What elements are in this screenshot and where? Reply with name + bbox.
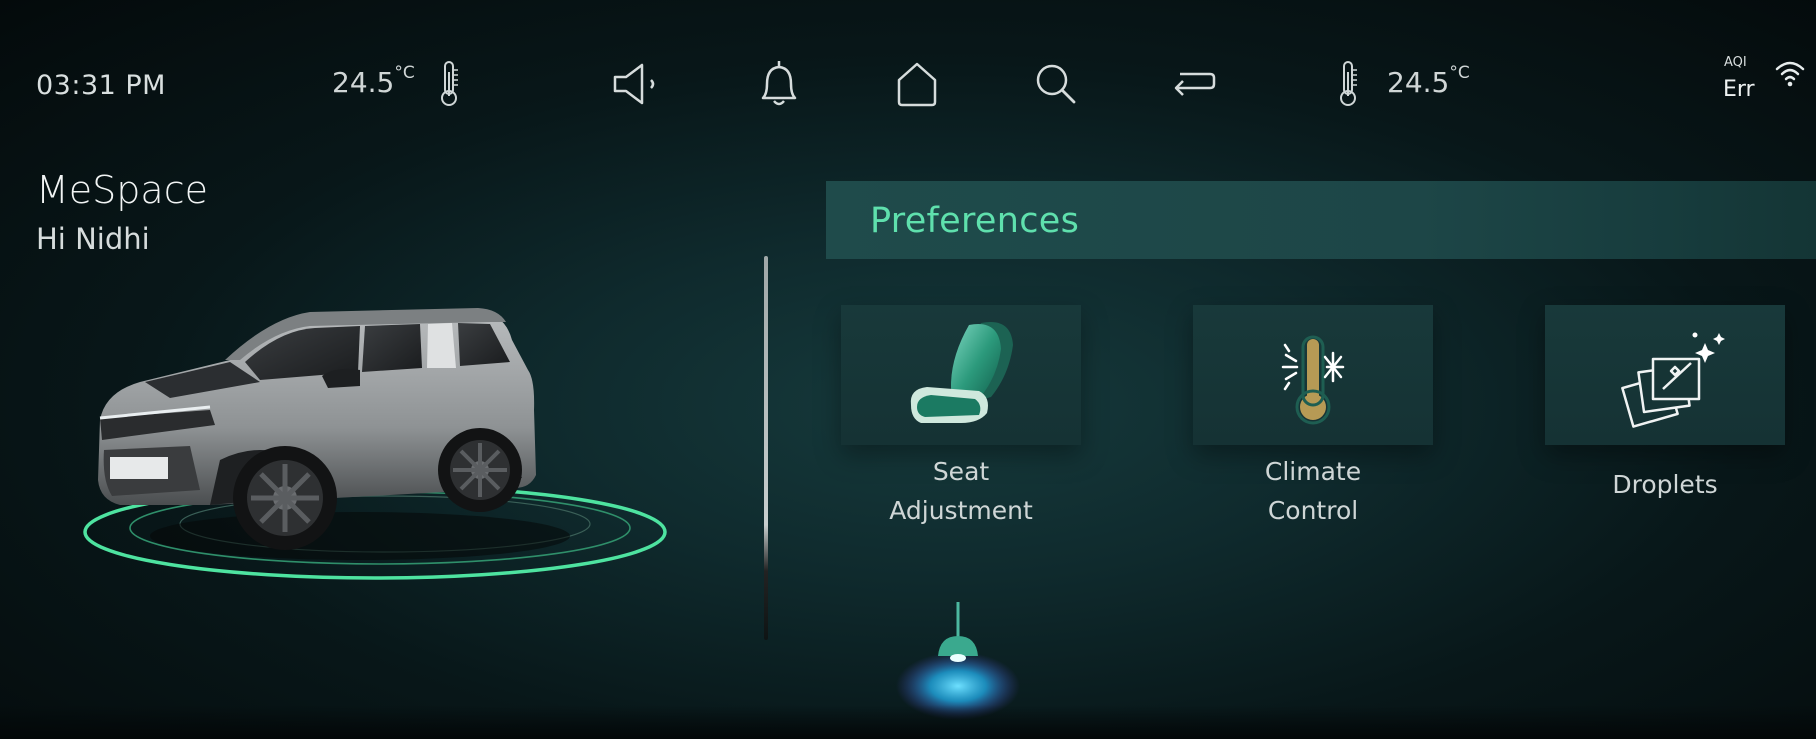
wifi-icon <box>1775 61 1805 87</box>
climate-control-tile[interactable] <box>1193 305 1433 445</box>
seat-icon <box>910 321 1013 423</box>
thermometer-icon <box>441 61 458 106</box>
climate-thermometer-icon <box>1281 335 1345 425</box>
preferences-title: Preferences <box>870 201 1080 241</box>
bottom-fade <box>0 705 1816 739</box>
home-icon[interactable] <box>889 56 945 112</box>
back-icon[interactable] <box>1166 56 1222 112</box>
section-divider <box>764 256 768 640</box>
user-greeting: Hi Nidhi <box>36 222 150 256</box>
aqi-label: AQI <box>1724 55 1747 70</box>
seat-adjustment-label: Seat Adjustment <box>889 457 1033 525</box>
outside-temperature: 24.5°C <box>332 62 415 99</box>
cabin-temperature: 24.5°C <box>1387 62 1470 99</box>
clock: 03:31 PM <box>36 70 166 101</box>
droplets-label: Droplets <box>1612 470 1718 499</box>
seat-adjustment-tile[interactable] <box>841 305 1081 445</box>
aqi-value: Err <box>1723 77 1755 102</box>
search-icon[interactable] <box>1028 56 1084 112</box>
status-bar: 03:31 PM 24.5°C 24.5°C AQI Err <box>0 0 1816 170</box>
app-title: MeSpace <box>36 168 208 212</box>
vehicle-image <box>83 308 667 580</box>
droplets-cards-icon <box>1621 332 1725 428</box>
droplets-tile[interactable] <box>1545 305 1785 445</box>
thermometer-icon <box>1340 61 1357 106</box>
volume-icon[interactable] <box>611 56 667 112</box>
bell-icon[interactable] <box>751 56 807 112</box>
preferences-header: Preferences <box>826 181 1816 259</box>
climate-control-label: Climate Control <box>1264 457 1362 525</box>
